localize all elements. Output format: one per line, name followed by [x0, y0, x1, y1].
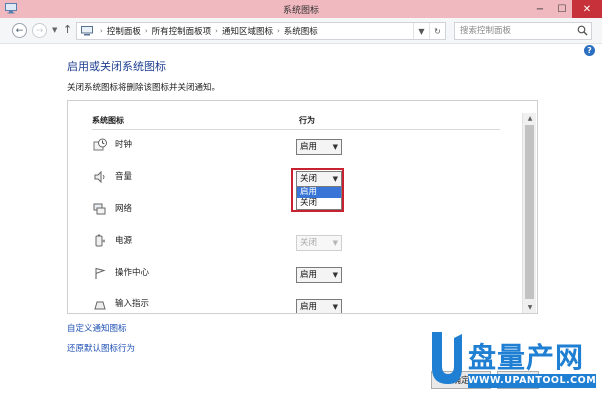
keyboard-icon [94, 301, 106, 310]
chevron-down-icon: ▼ [332, 143, 338, 151]
u-logo-icon [432, 332, 462, 384]
behavior-select-clock[interactable]: 启用 ▼ [296, 139, 342, 155]
select-value: 关闭 [300, 238, 318, 248]
vertical-scrollbar[interactable]: ▲ ▼ [522, 113, 536, 313]
power-icon [95, 234, 105, 247]
search-icon[interactable] [577, 25, 588, 36]
breadcrumb-separator: › [276, 27, 280, 35]
chevron-down-icon: ▼ [332, 271, 338, 279]
page-title: 启用或关闭系统图标 [67, 60, 166, 73]
breadcrumb-system-icons[interactable]: 系统图标 [284, 25, 318, 37]
breadcrumb-control-panel[interactable]: 控制面板 [107, 25, 141, 37]
breadcrumb-separator: › [100, 27, 103, 35]
row-label-action-center: 操作中心 [115, 268, 150, 278]
breadcrumb-separator: › [144, 27, 148, 35]
behavior-select-action-center[interactable]: 启用 ▼ [296, 267, 342, 283]
chevron-down-icon: ▼ [332, 303, 338, 311]
clock-icon [93, 138, 107, 151]
select-value: 启用 [300, 302, 318, 312]
scroll-up-arrow-icon[interactable]: ▲ [523, 113, 537, 124]
select-value: 启用 [300, 270, 318, 280]
window-title: 系统图标 [282, 6, 319, 16]
refresh-icon[interactable]: ↻ [429, 23, 445, 39]
computer-icon [81, 26, 93, 36]
recent-pages-chevron-down-icon[interactable]: ▼ [52, 26, 57, 34]
address-row: ← → ▼ ↑ › 控制面板 › 所有控制面板项 › 通知区域图标 › 系统图标… [0, 18, 602, 44]
flag-icon [95, 267, 106, 279]
address-history-chevron-down-icon[interactable]: ▼ [413, 23, 429, 39]
scrollbar-thumb[interactable] [525, 125, 534, 299]
minimize-button[interactable]: − [530, 0, 550, 18]
address-actions: ▼ ↻ [413, 23, 445, 39]
row-label-volume: 音量 [115, 172, 133, 182]
breadcrumb-separator: › [215, 27, 218, 35]
customize-notification-icons-link[interactable]: 自定义通知图标 [67, 322, 127, 334]
highlight-callout-frame [291, 168, 344, 212]
chevron-down-icon: ▼ [332, 239, 338, 247]
speaker-icon [94, 170, 105, 184]
scroll-down-arrow-icon[interactable]: ▼ [523, 302, 537, 313]
forward-button[interactable]: → [32, 23, 47, 38]
column-header-behavior: 行为 [299, 116, 315, 125]
back-button[interactable]: ← [12, 23, 27, 38]
close-button[interactable]: ✕ [572, 0, 602, 18]
help-icon[interactable]: ? [584, 45, 595, 56]
search-box[interactable] [454, 22, 592, 40]
restore-default-behavior-link[interactable]: 还原默认图标行为 [67, 342, 135, 354]
breadcrumb-all-items[interactable]: 所有控制面板项 [152, 25, 212, 37]
row-label-input-indicator: 输入指示 [115, 299, 150, 309]
watermark-brand: 盘量产网 [468, 341, 585, 374]
up-arrow-icon[interactable]: ↑ [63, 23, 72, 36]
search-input[interactable] [455, 23, 573, 39]
behavior-select-power: 关闭 ▼ [296, 235, 342, 251]
watermark-logo: 盘量产网 WWW.UPANTOOL.COM [412, 330, 602, 396]
watermark-url: WWW.UPANTOOL.COM [468, 374, 597, 388]
column-header-icons: 系统图标 [92, 116, 124, 125]
maximize-button[interactable]: ☐ [552, 0, 572, 18]
header-divider [92, 129, 500, 130]
row-label-network: 网络 [115, 204, 133, 214]
select-value: 启用 [300, 142, 318, 152]
page-description: 关闭系统图标将删除该图标并关闭通知。 [67, 83, 221, 93]
breadcrumb-notification-icons[interactable]: 通知区域图标 [222, 25, 273, 37]
row-label-clock: 时钟 [115, 140, 133, 150]
row-label-power: 电源 [115, 236, 133, 246]
address-box[interactable]: › 控制面板 › 所有控制面板项 › 通知区域图标 › 系统图标 ▼ ↻ [76, 22, 446, 40]
network-icon [93, 203, 106, 215]
title-bar: 系统图标 − ☐ ✕ [0, 0, 602, 18]
behavior-select-input-indicator[interactable]: 启用 ▼ [296, 299, 342, 313]
